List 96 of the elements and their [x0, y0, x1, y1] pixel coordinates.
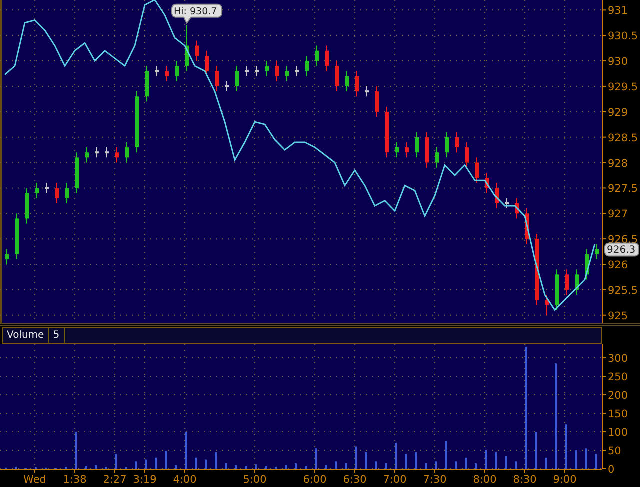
time-label: Wed — [24, 474, 46, 486]
candlestick — [405, 142, 409, 158]
candlestick — [415, 132, 419, 158]
axis-label: 929 — [608, 106, 628, 119]
axis-label: 0 — [608, 464, 615, 476]
candlestick — [395, 142, 399, 158]
candlestick — [195, 40, 199, 62]
candlestick — [35, 182, 39, 199]
candlestick — [85, 147, 89, 164]
axis-label: 150 — [608, 408, 628, 421]
axis-label: 928.5 — [608, 132, 638, 144]
panel-title: Volume — [3, 328, 50, 343]
candlestick — [495, 182, 499, 210]
candlestick — [515, 198, 519, 220]
candlestick — [315, 45, 319, 67]
candlestick — [135, 91, 139, 154]
candlestick — [575, 269, 579, 296]
candlestick — [25, 188, 29, 224]
candlestick — [355, 70, 359, 98]
candlestick — [65, 182, 69, 204]
candlestick — [485, 172, 489, 194]
time-label: 9:00 — [553, 474, 577, 486]
candlestick — [385, 106, 389, 158]
time-label: 8:00 — [473, 474, 497, 486]
time-label: 1:38 — [63, 474, 87, 486]
axis-label: 926 — [608, 260, 628, 272]
candlestick — [205, 50, 209, 77]
price-tag: 926.3 — [604, 242, 640, 257]
interval-label: 5 — [49, 328, 65, 343]
axis-label: 100 — [608, 427, 628, 440]
candlestick — [545, 294, 549, 316]
axis-label: 929.5 — [608, 81, 638, 94]
candlestick — [445, 132, 449, 158]
candlestick — [365, 86, 369, 98]
candlestick — [565, 269, 569, 296]
candlestick — [105, 147, 109, 158]
candlestick — [155, 66, 159, 77]
time-label: 2:27 — [103, 474, 127, 486]
candlestick — [525, 208, 529, 245]
candlestick — [465, 142, 469, 168]
axis-label: 925.5 — [608, 284, 638, 297]
candlestick — [235, 66, 239, 92]
candlestick — [55, 182, 59, 204]
time-label: 6:30 — [343, 474, 367, 486]
axis-label: 200 — [608, 390, 628, 402]
axis-label: 250 — [608, 372, 628, 384]
time-label: 7:00 — [383, 474, 407, 486]
candlestick — [555, 269, 559, 311]
axis-label: 931 — [608, 5, 628, 18]
axis-label: 300 — [608, 353, 628, 366]
axis-label: 925 — [608, 310, 628, 322]
candlestick — [5, 248, 9, 265]
candlestick — [275, 60, 279, 82]
candlestick — [505, 198, 509, 210]
candlestick — [145, 66, 149, 102]
candlestick — [375, 86, 379, 118]
candlestick — [95, 147, 99, 158]
candlestick — [435, 147, 439, 168]
candlestick — [305, 55, 309, 77]
time-label: 5:00 — [243, 474, 267, 486]
candlestick — [175, 60, 179, 82]
axis-label: 928 — [608, 158, 628, 170]
candlestick — [125, 142, 129, 164]
candlestick — [345, 70, 349, 92]
high-callout: Hi: 930.7 — [172, 4, 222, 24]
time-label: 6:00 — [303, 474, 327, 486]
annotation: Hi: 930.7 — [174, 6, 218, 18]
candlestick — [185, 24, 189, 72]
candlestick — [335, 60, 339, 92]
axis-label: 927 — [608, 208, 628, 221]
candlestick — [295, 66, 299, 77]
candlestick — [585, 248, 589, 280]
candlestick — [325, 45, 329, 72]
candlestick — [225, 80, 229, 92]
time-label: 7:30 — [423, 474, 447, 486]
candlestick — [265, 60, 269, 77]
candlestick — [285, 66, 289, 82]
candlestick — [245, 66, 249, 77]
candlestick — [255, 66, 259, 77]
candlestick — [15, 213, 19, 260]
time-label: 3:19 — [133, 474, 157, 486]
time-label: 4:00 — [173, 474, 197, 486]
candlestick — [215, 66, 219, 92]
candlestick — [455, 132, 459, 154]
candlestick — [475, 157, 479, 184]
axis-label: 930.5 — [608, 30, 638, 43]
candlestick — [75, 152, 79, 194]
axis-label: 50 — [608, 446, 622, 458]
candlestick — [165, 66, 169, 82]
candlestick — [595, 244, 599, 260]
candlestick — [425, 132, 429, 168]
axis-label: 927.5 — [608, 183, 638, 196]
candlestick — [45, 182, 49, 194]
axis-label: 930 — [608, 56, 628, 68]
time-label: 8:30 — [513, 474, 537, 486]
candlestick — [115, 147, 119, 164]
